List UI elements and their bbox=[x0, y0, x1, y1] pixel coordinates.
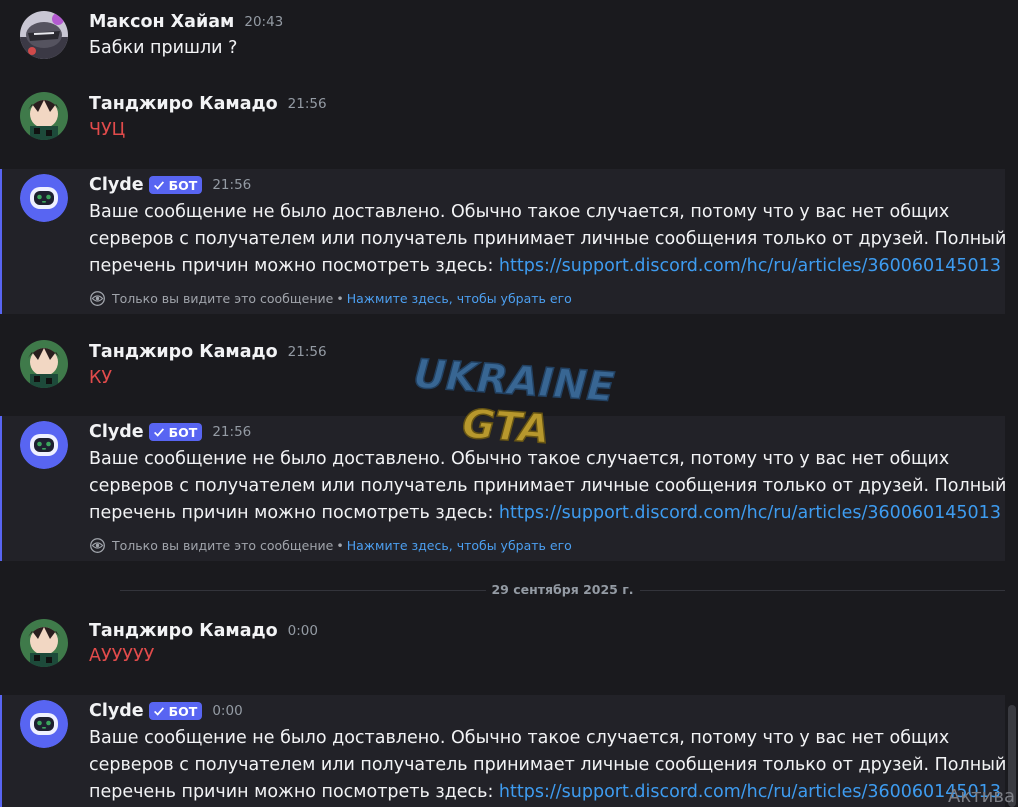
verified-check-icon bbox=[153, 707, 164, 716]
message-text-line: Ваше сообщение не было доставлено. Обычн… bbox=[89, 202, 950, 222]
author-name[interactable]: Clyde bbox=[89, 175, 144, 195]
bot-badge: БОТ bbox=[148, 176, 203, 194]
eye-icon bbox=[90, 291, 105, 306]
message-clyde-3: Clyde БОТ 0:00 Ваше сообщение не было до… bbox=[0, 695, 1007, 807]
bot-badge-label: БОТ bbox=[168, 177, 198, 193]
ephemeral-label: Только вы видите это сообщение bbox=[112, 291, 334, 306]
avatar-tanjiro[interactable] bbox=[20, 340, 68, 388]
message-tanjiro-1: Танджиро Камадо 21:56 ЧУЦ bbox=[0, 82, 1005, 162]
timestamp[interactable]: 21:56 bbox=[288, 344, 327, 360]
message-text-line: серверов с получателем или получатель пр… bbox=[89, 229, 1007, 249]
watermark-line1: UKRAINE bbox=[412, 352, 616, 411]
avatar-clyde[interactable] bbox=[20, 421, 68, 469]
avatar-tanjiro[interactable] bbox=[20, 92, 68, 140]
avatar-clyde[interactable] bbox=[20, 174, 68, 222]
ephemeral-notice: Только вы видите это сообщение • Нажмите… bbox=[89, 537, 572, 554]
ukraine-gta-watermark-logo: UKRAINE GTA bbox=[411, 352, 616, 452]
verified-check-icon bbox=[153, 181, 164, 190]
bot-badge: БОТ bbox=[148, 423, 203, 441]
watermark-line2: GTA bbox=[461, 401, 551, 452]
timestamp[interactable]: 21:56 bbox=[212, 424, 251, 440]
dismiss-link[interactable]: Нажмите здесь, чтобы убрать его bbox=[347, 538, 572, 553]
separator: • bbox=[336, 291, 344, 306]
message-text-line: перечень причин можно посмотреть здесь: … bbox=[89, 253, 1001, 280]
message-text: ЧУЦ bbox=[89, 120, 126, 140]
message-text-line: перечень причин можно посмотреть здесь: … bbox=[89, 779, 1001, 806]
bot-badge: БОТ bbox=[148, 702, 203, 720]
avatar-maxon[interactable] bbox=[20, 11, 68, 59]
timestamp[interactable]: 21:56 bbox=[212, 177, 251, 193]
author-name[interactable]: Танджиро Камадо bbox=[89, 621, 278, 641]
eye-icon bbox=[90, 538, 105, 553]
message-text: Бабки пришли ? bbox=[89, 38, 238, 58]
timestamp[interactable]: 0:00 bbox=[288, 623, 318, 639]
author-name[interactable]: Clyde bbox=[89, 422, 144, 442]
timestamp[interactable]: 0:00 bbox=[212, 703, 242, 719]
dismiss-link[interactable]: Нажмите здесь, чтобы убрать его bbox=[347, 291, 572, 306]
avatar-clyde[interactable] bbox=[20, 700, 68, 748]
message-tanjiro-3: Танджиро Камадо 0:00 АУУУУУ bbox=[0, 609, 1005, 689]
date-divider-label: 29 сентября 2025 г. bbox=[485, 582, 640, 597]
message-clyde-1: Clyde БОТ 21:56 Ваше сообщение не было д… bbox=[0, 169, 1007, 314]
bot-badge-label: БОТ bbox=[168, 424, 198, 440]
author-name[interactable]: Максон Хайам bbox=[89, 12, 234, 32]
message-text-prefix: перечень причин можно посмотреть здесь: bbox=[89, 503, 499, 523]
avatar-tanjiro[interactable] bbox=[20, 619, 68, 667]
message-text: КУ bbox=[89, 368, 113, 388]
message-text-prefix: перечень причин можно посмотреть здесь: bbox=[89, 256, 499, 276]
author-name[interactable]: Танджиро Камадо bbox=[89, 342, 278, 362]
support-link[interactable]: https://support.discord.com/hc/ru/articl… bbox=[499, 256, 1001, 276]
message-text: АУУУУУ bbox=[89, 646, 155, 666]
message-text-prefix: перечень причин можно посмотреть здесь: bbox=[89, 782, 499, 802]
windows-activation-watermark: Актива bbox=[948, 786, 1016, 807]
author-name[interactable]: Танджиро Камадо bbox=[89, 94, 278, 114]
ephemeral-label: Только вы видите это сообщение bbox=[112, 538, 334, 553]
support-link[interactable]: https://support.discord.com/hc/ru/articl… bbox=[499, 503, 1001, 523]
message-text-line: серверов с получателем или получатель пр… bbox=[89, 755, 1007, 775]
support-link[interactable]: https://support.discord.com/hc/ru/articl… bbox=[499, 782, 1001, 802]
message-maxon: Максон Хайам 20:43 Бабки пришли ? bbox=[0, 0, 1005, 80]
timestamp[interactable]: 20:43 bbox=[244, 14, 283, 30]
ephemeral-notice: Только вы видите это сообщение • Нажмите… bbox=[89, 290, 572, 307]
separator: • bbox=[336, 538, 344, 553]
verified-check-icon bbox=[153, 428, 164, 437]
bot-badge-label: БОТ bbox=[168, 703, 198, 719]
message-text-line: перечень причин можно посмотреть здесь: … bbox=[89, 500, 1001, 527]
date-divider: 29 сентября 2025 г. bbox=[120, 582, 1005, 597]
timestamp[interactable]: 21:56 bbox=[288, 96, 327, 112]
message-text-line: Ваше сообщение не было доставлено. Обычн… bbox=[89, 728, 950, 748]
author-name[interactable]: Clyde bbox=[89, 701, 144, 721]
message-text-line: серверов с получателем или получатель пр… bbox=[89, 476, 1007, 496]
